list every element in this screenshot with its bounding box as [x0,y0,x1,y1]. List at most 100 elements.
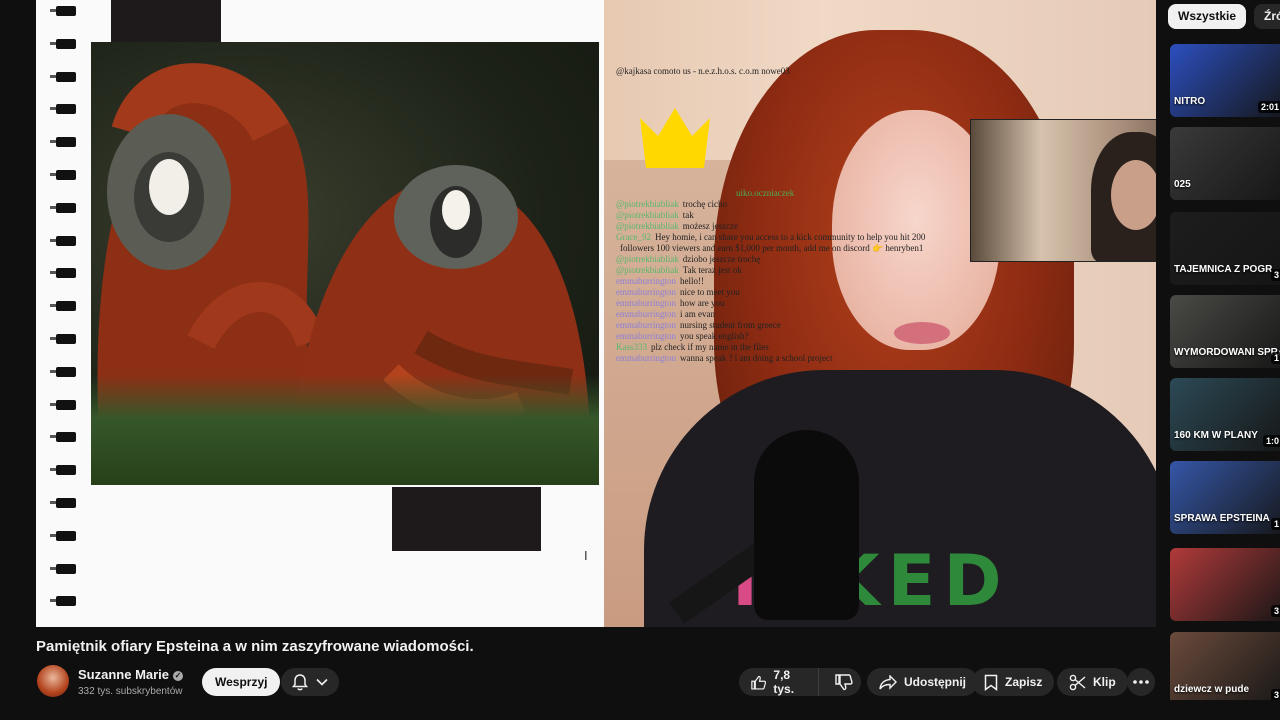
dislike-button[interactable] [826,668,861,696]
recommended-video-thumbnail[interactable]: 025 [1170,127,1280,200]
chat-message: @piotrekbiabliak dziobo jeszcze trochę [616,254,976,265]
chat-text: plz check if my name in the files [651,342,769,352]
spiral-ring [50,299,76,313]
orangutan-photo [91,42,599,485]
chat-username: @piotrekbiabliak [616,199,679,209]
support-button[interactable]: Wesprzyj [202,668,281,696]
spiral-ring [50,70,76,84]
share-icon [879,674,897,690]
chat-username: emmaburrington [616,331,676,341]
channel-name[interactable]: Suzanne Marie [78,667,169,682]
spiral-ring [50,4,76,18]
thumbnail-caption: SPRAWA EPSTEINA [1174,513,1270,524]
duration-badge: 3 [1270,605,1280,617]
more-horizontal-icon [1133,680,1149,684]
verified-icon: ✓ [173,671,184,681]
recommended-video-thumbnail[interactable]: TAJEMNICA Z POGR 3 [1170,212,1280,285]
recommended-video-thumbnail[interactable]: 160 KM W PLANY 1:0 [1170,378,1280,451]
spiral-ring [50,332,76,346]
chat-text: how are you [680,298,725,308]
chat-username: @piotrekbiabliak [616,254,679,264]
video-title: Pamiętnik ofiary Epsteina a w nim zaszyf… [36,638,474,655]
recommended-video-thumbnail[interactable]: dziewcz w pude 3 [1170,632,1280,700]
like-dislike-group: 7,8 tys. [739,668,861,696]
filter-chips: Wszystkie Źródło [1168,4,1280,29]
video-player[interactable]: I ICKED @kajkasa comoto us - n.e.z.h.o.s… [36,0,1156,627]
thumbnail-caption: WYMORDOWANI SPRAW [1174,347,1280,358]
chip-source[interactable]: Źródło [1254,4,1280,29]
chat-message: Kass333 plz check if my name in the files [616,342,976,353]
duration-badge: 3 [1270,689,1280,700]
spiral-ring [50,529,76,543]
chat-text: hello!! [680,276,704,286]
chat-username: emmaburrington [616,276,676,286]
channel-name-row[interactable]: Suzanne Marie ✓ [78,667,184,682]
notifications-button[interactable] [281,668,339,696]
chat-message: emmaburrington hello!! [616,276,976,287]
chat-message: Grace_92 Hey homie, i can share you acces… [616,232,976,243]
chevron-down-icon [316,678,328,686]
avatar[interactable] [37,665,69,697]
recommended-video-thumbnail[interactable]: WYMORDOWANI SPRAW1 [1170,295,1280,368]
text-cursor: I [584,548,588,563]
thumbnail-caption: 025 [1174,179,1191,190]
chat-username: Kass333 [616,342,647,352]
chat-messages: @piotrekbiabliak trochę cicho @piotrekbiab… [616,199,976,364]
spiral-ring [50,562,76,576]
spiral-ring [50,430,76,444]
chip-all[interactable]: Wszystkie [1168,4,1247,29]
thumbnail-caption: dziewcz w pude [1174,684,1250,695]
crown-icon [640,108,710,168]
recommended-video-thumbnail[interactable]: SPRAWA EPSTEINA 1 [1170,461,1280,534]
share-label: Udostępnij [904,675,966,689]
chat-message: emmaburrington i am evan [616,309,976,320]
recommended-video-thumbnail[interactable]: 3 [1170,548,1280,621]
thumbnail-caption: TAJEMNICA Z POGR [1174,264,1273,275]
recommended-video-thumbnail[interactable]: NITRO 2:01 [1170,44,1280,117]
spiral-ring [50,201,76,215]
chat-username: Grace_92 [616,232,651,242]
chat-username: @piotrekbiabliak [616,221,679,231]
chat-text: Tak teraz jest ok [682,265,742,275]
save-button[interactable]: Zapisz [972,668,1055,696]
spiral-ring [50,135,76,149]
spiral-ring [50,168,76,182]
redaction-block-bottom [392,487,541,551]
chat-message: emmaburrington you speak english? [616,331,976,342]
chat-text: tak [682,210,694,220]
chat-username: emmaburrington [616,309,676,319]
chat-username: emmaburrington [616,320,676,330]
chat-message: followers 100 viewers and earn $1,000 pe… [616,243,976,254]
like-button[interactable]: 7,8 tys. [739,668,820,696]
chat-text: nursing student from greece [680,320,781,330]
redaction-block-top [111,0,221,48]
spiral-ring [50,37,76,51]
chat-message: emmaburrington how are you [616,298,976,309]
pip-face [1111,160,1156,230]
chat-message: @piotrekbiabliak możesz jeszcze [616,221,976,232]
chat-text: i am evan [680,309,715,319]
duration-badge: 1 [1270,518,1280,530]
duration-badge: 3 [1270,269,1280,281]
chat-username: @piotrekbiabliak [616,265,679,275]
chat-message: emmaburrington wanna speak ? i am doing a… [616,353,976,364]
thumbs-down-icon [834,673,853,690]
spiral-ring [50,102,76,116]
chat-text: możesz jeszcze [682,221,738,231]
chat-message: @piotrekbiabliak Tak teraz jest ok [616,265,976,276]
spiral-ring [50,463,76,477]
chat-username: emmaburrington [616,298,676,308]
duration-badge: 1:0 [1262,435,1280,447]
chat-text: followers 100 viewers and earn $1,000 pe… [620,243,924,253]
clip-button[interactable]: Klip [1057,668,1128,696]
chat-message: @piotrekbiabliak trochę cicho [616,199,976,210]
more-actions-button[interactable] [1127,668,1155,696]
spiral-ring [50,234,76,248]
share-button[interactable]: Udostępnij [867,668,978,696]
thumbnail-caption: NITRO [1174,96,1206,107]
spiral-ring [50,365,76,379]
picture-in-picture-camera [970,119,1156,262]
duration-badge: 2:01 [1257,101,1280,113]
notebook-page: I [36,0,604,627]
like-count: 7,8 tys. [773,668,795,696]
